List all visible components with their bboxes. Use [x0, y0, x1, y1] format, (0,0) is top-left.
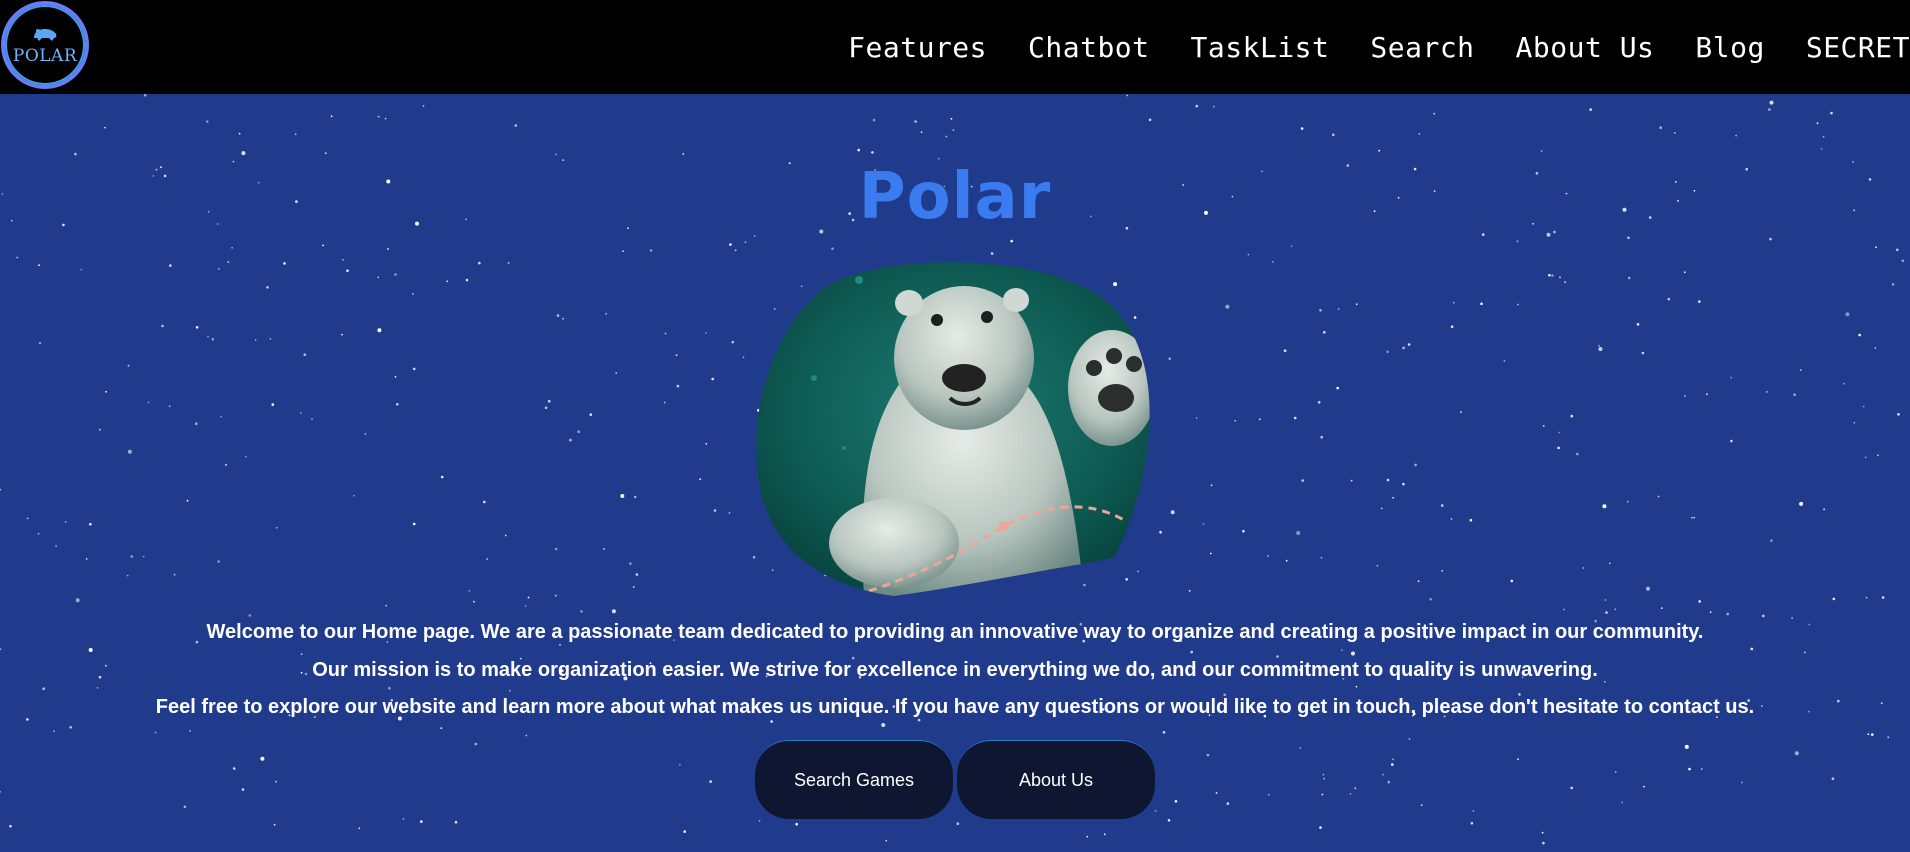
polar-logo[interactable]: POLAR [1, 1, 89, 89]
polar-bear-icon [34, 29, 57, 41]
logo-text: POLAR [12, 46, 78, 66]
nav-links: Features Chatbot TaskList Search About U… [848, 0, 1910, 94]
top-navbar: POLAR Features Chatbot TaskList Search A… [0, 0, 1910, 94]
intro-line-2: Our mission is to make organization easi… [312, 658, 1598, 681]
intro-line-1: Welcome to our Home page. We are a passi… [206, 621, 1704, 643]
nav-chatbot[interactable]: Chatbot [1028, 31, 1150, 64]
intro-line-3: Feel free to explore our website and lea… [155, 696, 1755, 718]
nav-features[interactable]: Features [848, 31, 987, 64]
nav-search[interactable]: Search [1370, 31, 1474, 64]
nav-tasklist[interactable]: TaskList [1191, 31, 1330, 64]
nav-secret[interactable]: SECRET [1806, 31, 1910, 64]
page-title: Polar [858, 160, 1052, 234]
nav-about-us[interactable]: About Us [1516, 31, 1655, 64]
intro-text: Welcome to our Home page. We are a passi… [0, 614, 1910, 727]
cta-buttons: Search Games About Us [755, 740, 1155, 819]
polar-bear-hero-image [756, 262, 1150, 596]
search-games-button[interactable]: Search Games [755, 740, 953, 819]
about-us-button[interactable]: About Us [957, 740, 1155, 819]
nav-blog[interactable]: Blog [1695, 31, 1764, 64]
